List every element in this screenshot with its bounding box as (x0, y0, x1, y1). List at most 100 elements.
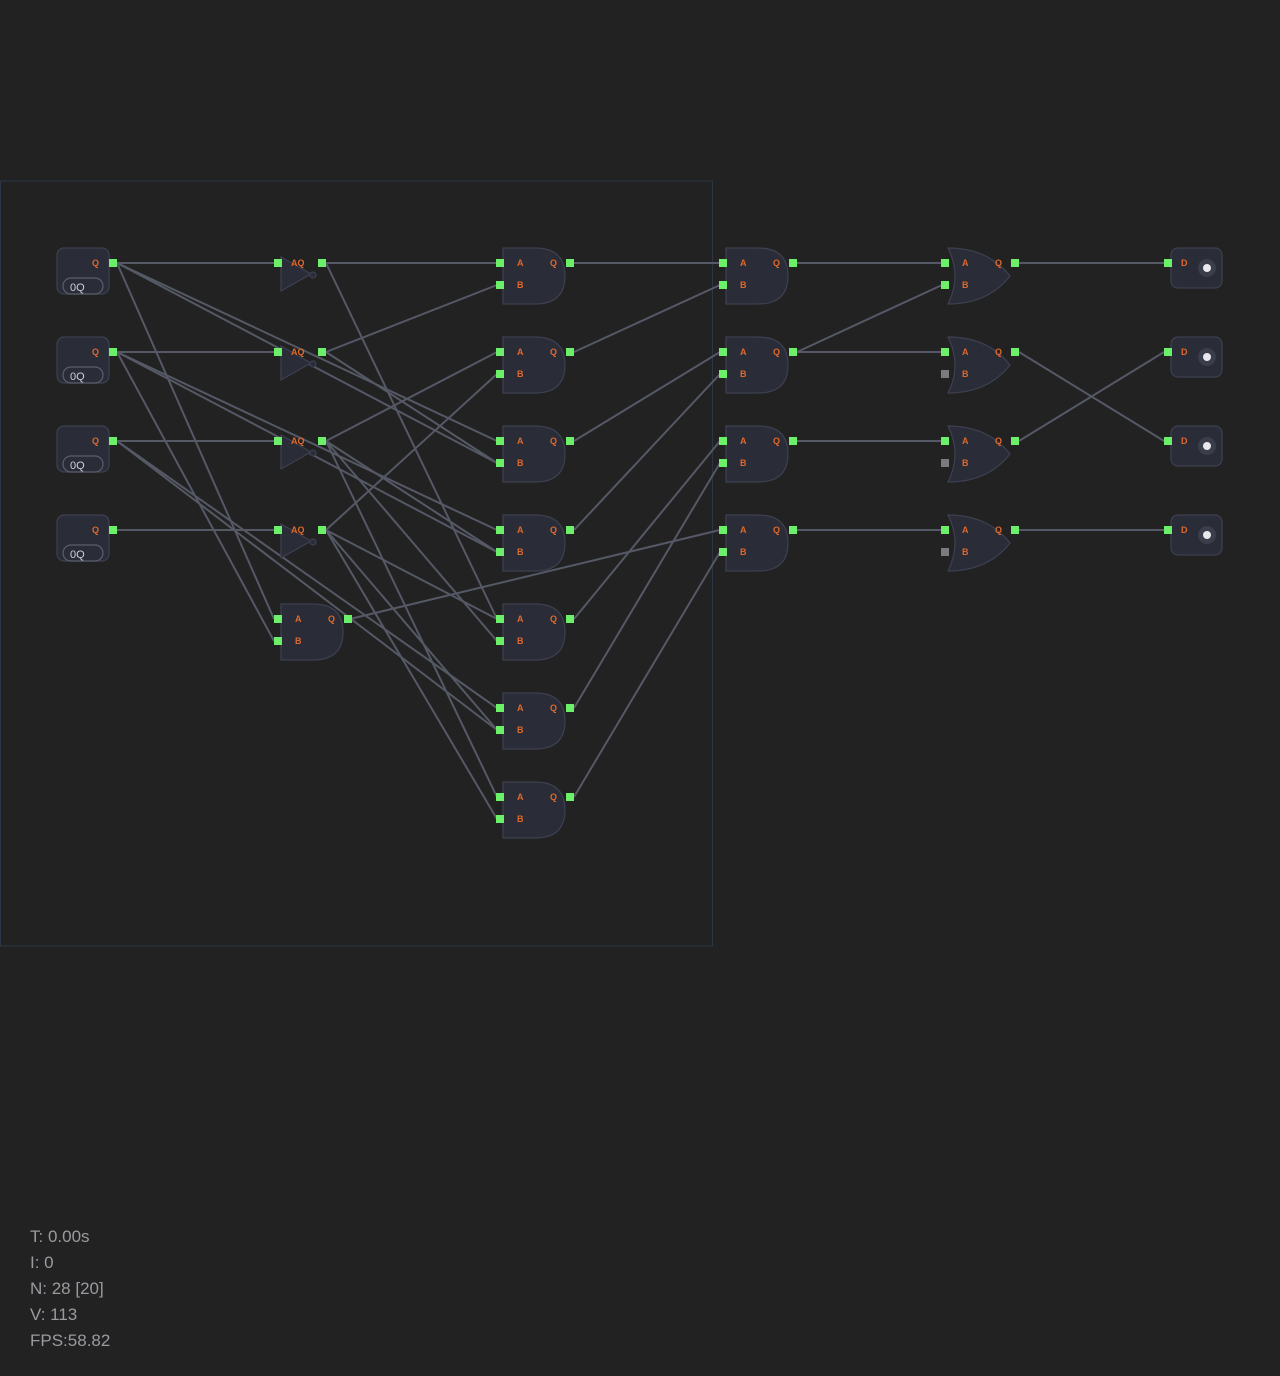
not-in-slot[interactable] (274, 526, 282, 534)
and-a-label: A (517, 525, 524, 535)
and-a-slot[interactable] (719, 437, 727, 445)
and-a-slot[interactable] (496, 704, 504, 712)
wire (573, 284, 721, 353)
and-gate[interactable]: A B Q (719, 336, 797, 394)
not-in-slot[interactable] (274, 348, 282, 356)
not-gate[interactable]: AQ (274, 522, 326, 560)
and-b-slot[interactable] (496, 459, 504, 467)
and-gate[interactable]: A B Q (496, 336, 574, 394)
or-gate[interactable]: A B Q (941, 425, 1019, 483)
and-q-slot[interactable] (789, 437, 797, 445)
input-node[interactable]: Q 0Q (56, 336, 117, 384)
and-q-slot[interactable] (344, 615, 352, 623)
and-q-slot[interactable] (789, 259, 797, 267)
and-a-slot[interactable] (719, 348, 727, 356)
display-in-slot[interactable] (1164, 348, 1172, 356)
and-gate[interactable]: A B Q (496, 692, 574, 750)
not-out-slot[interactable] (318, 348, 326, 356)
and-gate[interactable]: A B Q (496, 247, 574, 305)
and-a-slot[interactable] (496, 259, 504, 267)
and-a-slot[interactable] (719, 526, 727, 534)
and-b-slot[interactable] (496, 548, 504, 556)
and-q-slot[interactable] (566, 793, 574, 801)
or-q-slot[interactable] (1011, 437, 1019, 445)
and-gate-body (502, 781, 566, 839)
or-gate[interactable]: A B Q (941, 514, 1019, 572)
and-gate[interactable]: A B Q (719, 514, 797, 572)
and-q-slot[interactable] (566, 704, 574, 712)
and-gate[interactable]: A B Q (496, 425, 574, 483)
input-out-slot[interactable] (109, 437, 117, 445)
and-a-slot[interactable] (496, 526, 504, 534)
and-a-slot[interactable] (496, 437, 504, 445)
or-a-slot[interactable] (941, 348, 949, 356)
and-b-slot[interactable] (719, 459, 727, 467)
and-q-slot[interactable] (566, 259, 574, 267)
and-b-slot[interactable] (719, 548, 727, 556)
and-gate[interactable]: A B Q (496, 781, 574, 839)
and-a-slot[interactable] (274, 615, 282, 623)
display-in-slot[interactable] (1164, 526, 1172, 534)
and-a-slot[interactable] (496, 615, 504, 623)
and-gate[interactable]: A B Q (274, 603, 352, 661)
and-b-slot[interactable] (274, 637, 282, 645)
and-a-slot[interactable] (496, 793, 504, 801)
and-b-label: B (517, 547, 524, 557)
input-node[interactable]: Q 0Q (56, 247, 117, 295)
or-a-slot[interactable] (941, 437, 949, 445)
not-gate[interactable]: AQ (274, 344, 326, 382)
and-q-label: Q (328, 614, 335, 624)
input-out-slot[interactable] (109, 348, 117, 356)
and-q-slot[interactable] (566, 615, 574, 623)
display-node[interactable]: D (1164, 247, 1223, 289)
and-b-slot[interactable] (719, 281, 727, 289)
display-in-slot[interactable] (1164, 259, 1172, 267)
not-gate[interactable]: AQ (274, 255, 326, 293)
and-b-slot[interactable] (496, 370, 504, 378)
or-b-slot[interactable] (941, 370, 949, 378)
input-node[interactable]: Q 0Q (56, 425, 117, 473)
not-in-slot[interactable] (274, 259, 282, 267)
and-q-label: Q (773, 436, 780, 446)
graph-canvas[interactable]: Q0QQ0QQ0QQ0QAQAQAQAQABQABQABQABQABQABQAB… (0, 0, 1280, 1376)
and-b-slot[interactable] (496, 726, 504, 734)
or-a-slot[interactable] (941, 526, 949, 534)
or-gate[interactable]: A B Q (941, 247, 1019, 305)
and-a-slot[interactable] (496, 348, 504, 356)
display-node[interactable]: D (1164, 336, 1223, 378)
or-b-slot[interactable] (941, 281, 949, 289)
and-q-slot[interactable] (566, 437, 574, 445)
and-gate[interactable]: A B Q (496, 603, 574, 661)
or-a-slot[interactable] (941, 259, 949, 267)
and-b-slot[interactable] (496, 281, 504, 289)
not-gate[interactable]: AQ (274, 433, 326, 471)
or-b-slot[interactable] (941, 548, 949, 556)
and-b-slot[interactable] (719, 370, 727, 378)
not-out-slot[interactable] (318, 526, 326, 534)
not-in-slot[interactable] (274, 437, 282, 445)
display-node[interactable]: D (1164, 425, 1223, 467)
and-gate[interactable]: A B Q (719, 425, 797, 483)
or-b-slot[interactable] (941, 459, 949, 467)
or-gate[interactable]: A B Q (941, 336, 1019, 394)
input-out-slot[interactable] (109, 259, 117, 267)
and-q-slot[interactable] (566, 526, 574, 534)
and-b-slot[interactable] (496, 637, 504, 645)
and-gate[interactable]: A B Q (496, 514, 574, 572)
and-q-slot[interactable] (789, 348, 797, 356)
or-q-slot[interactable] (1011, 259, 1019, 267)
and-b-slot[interactable] (496, 815, 504, 823)
input-node[interactable]: Q 0Q (56, 514, 117, 562)
not-out-slot[interactable] (318, 259, 326, 267)
display-node[interactable]: D (1164, 514, 1223, 556)
input-out-slot[interactable] (109, 526, 117, 534)
or-q-slot[interactable] (1011, 348, 1019, 356)
or-q-slot[interactable] (1011, 526, 1019, 534)
not-out-slot[interactable] (318, 437, 326, 445)
and-gate[interactable]: A B Q (719, 247, 797, 305)
display-in-slot[interactable] (1164, 437, 1172, 445)
or-b-label: B (962, 547, 969, 557)
and-a-slot[interactable] (719, 259, 727, 267)
and-q-slot[interactable] (789, 526, 797, 534)
and-q-slot[interactable] (566, 348, 574, 356)
